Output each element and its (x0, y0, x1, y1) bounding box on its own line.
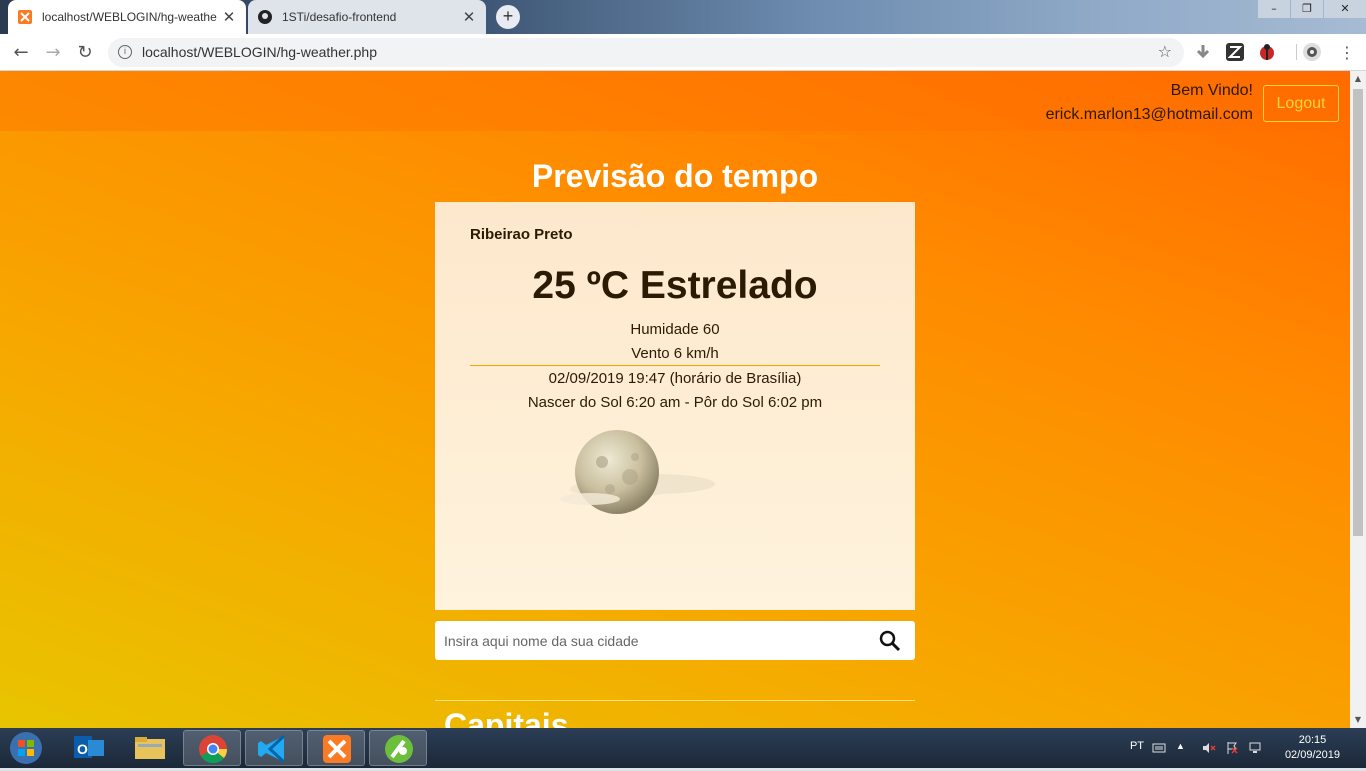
download-extension-icon[interactable] (1194, 43, 1212, 61)
outlook-taskbar-button[interactable]: O (60, 730, 118, 766)
user-info: Bem Vindo! erick.marlon13@hotmail.com (1046, 79, 1253, 127)
logout-button[interactable]: Logout (1263, 85, 1339, 122)
city-search-input[interactable] (435, 621, 865, 660)
site-info-icon[interactable]: i (118, 45, 132, 59)
tab-hg-weather[interactable]: localhost/WEBLOGIN/hg-weathe ✕ (8, 0, 246, 34)
tab-title: 1STi/desafio-frontend (282, 10, 397, 24)
xampp-icon (323, 735, 351, 763)
city-name: Ribeirao Preto (470, 226, 573, 243)
back-button[interactable]: ← (8, 40, 34, 66)
clock[interactable]: 20:15 02/09/2019 (1285, 733, 1340, 763)
url-text: localhost/WEBLOGIN/hg-weather.php (142, 44, 378, 60)
tab-title: localhost/WEBLOGIN/hg-weathe (42, 10, 217, 24)
ladybug-extension-icon[interactable] (1258, 43, 1276, 61)
page-viewport: Bem Vindo! erick.marlon13@hotmail.com Lo… (0, 71, 1350, 728)
chrome-icon (199, 735, 228, 764)
browser-menu-button[interactable]: ⋮ (1334, 40, 1360, 66)
action-flag-icon[interactable] (1225, 741, 1239, 755)
close-tab-icon[interactable]: ✕ (222, 8, 236, 26)
weather-card: Ribeirao Preto 25 ºC Estrelado Humidade … (435, 202, 915, 610)
scrollbar-thumb[interactable] (1353, 89, 1363, 536)
clock-time: 20:15 (1298, 734, 1327, 746)
site-header: Bem Vindo! erick.marlon13@hotmail.com Lo… (0, 71, 1350, 131)
wind-text: Vento 6 km/h (631, 345, 719, 362)
file-explorer-taskbar-button[interactable] (121, 730, 179, 766)
scroll-up-arrow-icon[interactable]: ▲ (1350, 71, 1366, 87)
search-icon[interactable] (879, 630, 901, 652)
sunrise-sunset-text: Nascer do Sol 6:20 am - Pôr do Sol 6:02 … (527, 394, 823, 411)
browser-tab-bar: localhost/WEBLOGIN/hg-weathe ✕ 1STi/desa… (0, 0, 1366, 34)
scroll-down-arrow-icon[interactable]: ▼ (1350, 712, 1366, 728)
profile-avatar-icon[interactable] (1303, 43, 1321, 61)
bookmark-star-icon[interactable]: ☆ (1158, 42, 1172, 61)
divider (470, 365, 880, 366)
url-bar[interactable]: i localhost/WEBLOGIN/hg-weather.php ☆ (108, 38, 1184, 67)
close-window-button[interactable]: ✕ (1324, 0, 1366, 18)
close-tab-icon[interactable]: ✕ (462, 8, 476, 26)
section-divider (435, 700, 915, 701)
app-taskbar-button[interactable] (369, 730, 427, 766)
xampp-taskbar-button[interactable] (307, 730, 365, 766)
chrome-taskbar-button[interactable] (183, 730, 241, 766)
windows-start-icon[interactable] (6, 730, 46, 766)
reload-button[interactable]: ↻ (72, 40, 98, 66)
show-hidden-icons-button[interactable]: ▲ (1176, 741, 1190, 755)
humidity-text: Humidade 60 (630, 321, 720, 338)
page-scrollbar[interactable]: ▲ ▼ (1350, 71, 1366, 728)
city-search-box (435, 621, 915, 660)
tab-desafio-frontend[interactable]: 1STi/desafio-frontend ✕ (248, 0, 486, 34)
moon-cloud-icon (560, 430, 715, 514)
temperature-description: 25 ºC Estrelado (532, 264, 818, 307)
vscode-icon (258, 734, 286, 764)
system-tray: PT ▲ 20:15 02/09/2019 (1106, 728, 1366, 768)
svg-text:O: O (77, 741, 88, 757)
clock-date: 02/09/2019 (1284, 749, 1340, 761)
page-title: Previsão do tempo (531, 158, 819, 194)
user-email: erick.marlon13@hotmail.com (1045, 106, 1253, 123)
xampp-favicon-icon (18, 10, 32, 24)
datetime-text: 02/09/2019 19:47 (horário de Brasília) (548, 370, 802, 387)
zotero-extension-icon[interactable] (1226, 43, 1244, 61)
greenshot-icon (385, 735, 413, 763)
windows-taskbar: O PT ▲ 20:15 02/09/2019 (0, 728, 1366, 768)
forward-button[interactable]: → (40, 40, 66, 66)
capitals-heading: Capitais (444, 707, 569, 728)
language-indicator[interactable]: PT (1130, 740, 1144, 752)
folder-icon (135, 737, 165, 759)
minimize-button[interactable]: – (1258, 0, 1290, 18)
github-favicon-icon (258, 10, 272, 24)
window-controls: – ❐ ✕ (1257, 0, 1366, 18)
maximize-button[interactable]: ❐ (1291, 0, 1323, 18)
outlook-icon: O (74, 736, 104, 758)
volume-muted-icon[interactable] (1202, 741, 1216, 755)
welcome-text: Bem Vindo! (1170, 82, 1253, 99)
new-tab-button[interactable]: + (496, 5, 520, 29)
vscode-taskbar-button[interactable] (245, 730, 303, 766)
address-toolbar: ← → ↻ i localhost/WEBLOGIN/hg-weather.ph… (0, 34, 1366, 71)
keyboard-icon[interactable] (1152, 741, 1166, 755)
network-icon[interactable] (1248, 741, 1262, 755)
